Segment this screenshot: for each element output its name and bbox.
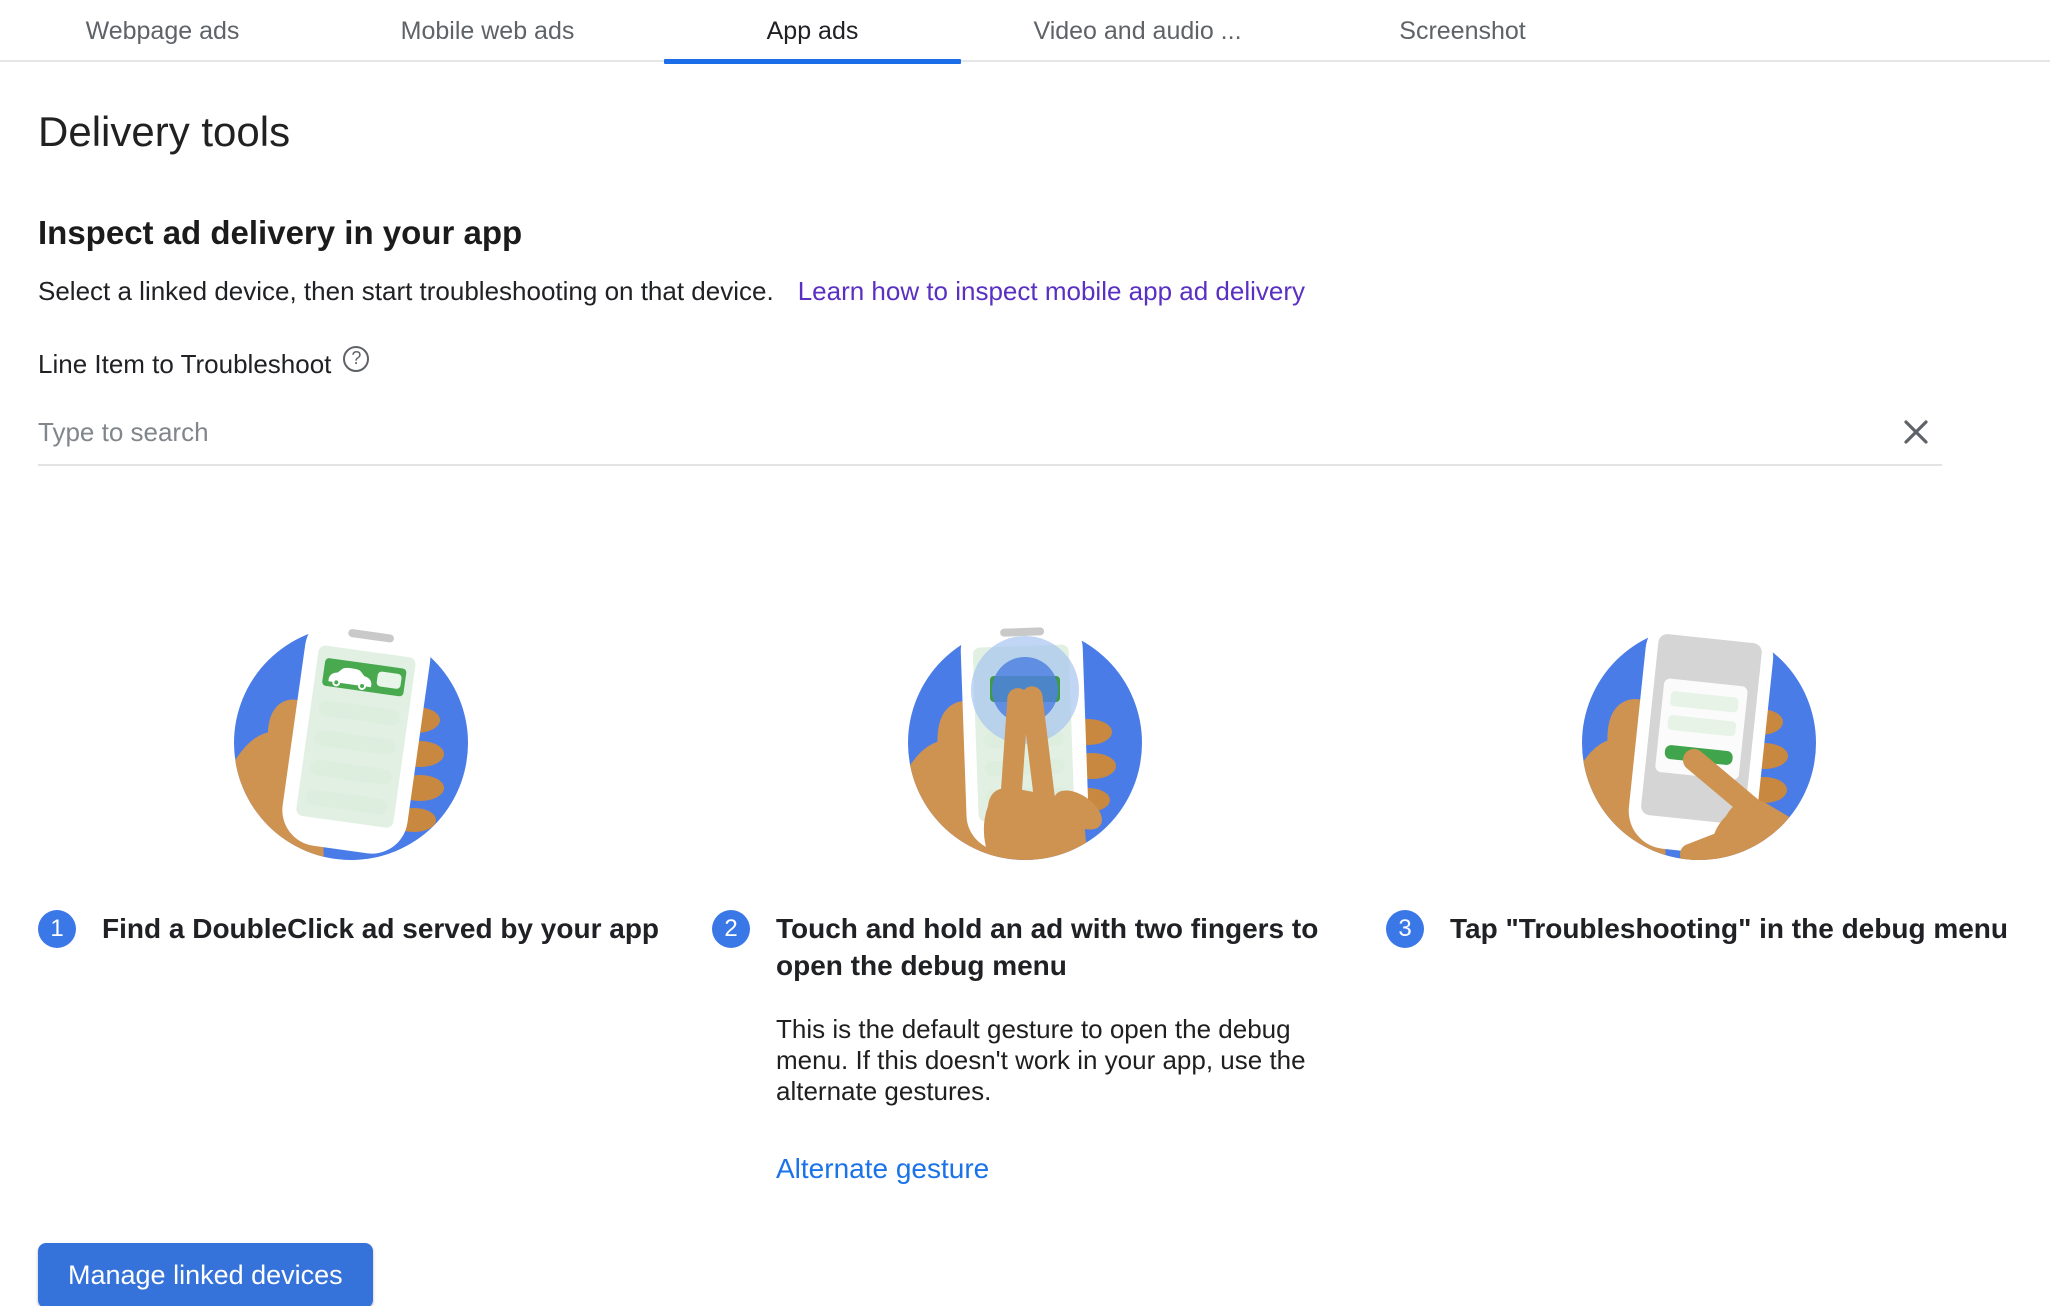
tab-label: Webpage ads [86,17,240,46]
step-title: Find a DoubleClick ad served by your app [102,910,659,947]
clear-icon[interactable] [1900,416,1932,448]
tab-webpage-ads[interactable]: Webpage ads [0,0,325,62]
tab-video-and-audio[interactable]: Video and audio ... [975,0,1300,62]
tab-label: Mobile web ads [401,17,575,46]
page-title: Delivery tools [38,108,2012,156]
step-2-column: 2 Touch and hold an ad with two fingers … [712,602,1338,1185]
section-description: Select a linked device, then start troub… [38,276,774,306]
step-title: Touch and hold an ad with two fingers to… [776,910,1336,984]
manage-linked-devices-button[interactable]: Manage linked devices [38,1243,373,1306]
active-tab-indicator [664,59,961,64]
step-title: Tap "Troubleshooting" in the debug menu [1450,910,2008,947]
tab-label: Screenshot [1399,17,1525,46]
tab-label: Video and audio ... [1033,17,1241,46]
alternate-gesture-link[interactable]: Alternate gesture [776,1153,989,1185]
help-icon[interactable] [343,346,369,372]
delivery-tools-panel: Delivery tools Inspect ad delivery in yo… [0,108,2050,1306]
step-3-column: 3 Tap "Troubleshooting" in the debug men… [1386,602,2012,1185]
finger-tap-illustration [1386,602,2012,864]
section-heading: Inspect ad delivery in your app [38,214,2012,252]
step-description: This is the default gesture to open the … [776,1014,1316,1107]
hand-holding-phone-illustration [38,602,664,864]
line-item-search-field [38,416,1942,466]
step-number-badge: 3 [1386,910,1424,948]
tab-screenshot[interactable]: Screenshot [1300,0,1625,62]
two-finger-touch-illustration [712,602,1338,864]
tab-label: App ads [767,17,859,46]
tab-mobile-web-ads[interactable]: Mobile web ads [325,0,650,62]
step-number-badge: 1 [38,910,76,948]
steps-section: 1 Find a DoubleClick ad served by your a… [38,602,2012,1185]
search-input[interactable] [38,417,1900,448]
line-item-label: Line Item to Troubleshoot [38,349,331,380]
learn-how-link[interactable]: Learn how to inspect mobile app ad deliv… [798,276,1305,306]
tab-app-ads[interactable]: App ads [650,0,975,62]
tab-bar: Webpage ads Mobile web ads App ads Video… [0,0,2050,62]
step-1-column: 1 Find a DoubleClick ad served by your a… [38,602,664,1185]
step-number-badge: 2 [712,910,750,948]
